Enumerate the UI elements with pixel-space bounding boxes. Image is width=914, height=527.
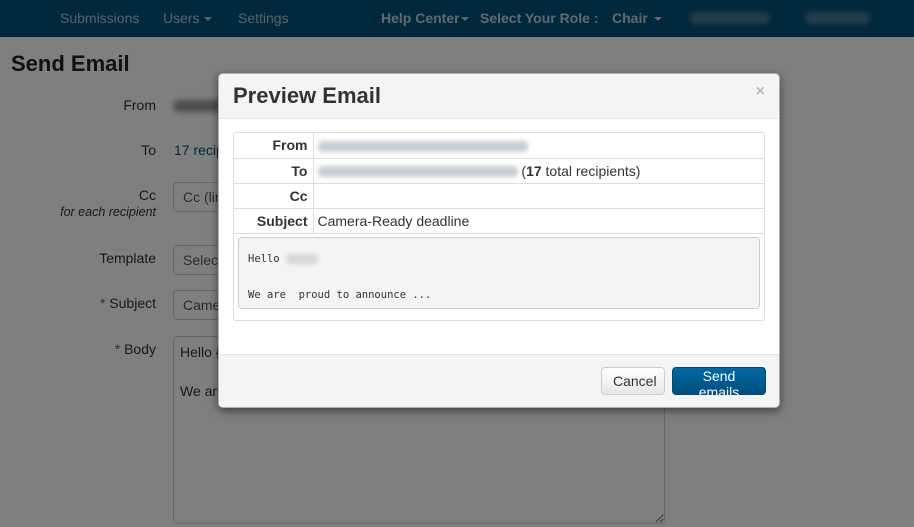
to-value: (17 total recipients)	[313, 158, 764, 184]
modal-header: Preview Email ×	[219, 74, 779, 119]
send-emails-button[interactable]: Send emails	[672, 367, 766, 400]
redacted-name	[285, 254, 318, 264]
modal-title: Preview Email	[233, 83, 381, 108]
from-value	[313, 133, 764, 159]
modal-footer: Cancel Send emails	[219, 354, 779, 407]
redacted-sender	[317, 141, 528, 153]
from-key: From	[234, 133, 314, 159]
to-key: To	[234, 158, 314, 184]
table-row: From	[234, 133, 764, 159]
body-text: We are proud to announce ...	[248, 289, 432, 301]
close-icon[interactable]: ×	[756, 84, 765, 100]
body-greeting: Hello	[248, 253, 280, 265]
email-body-preview: Hello We are proud to announce ...	[238, 237, 760, 309]
cancel-button[interactable]: Cancel	[601, 367, 665, 395]
recipient-count: 17	[526, 162, 542, 179]
to-suffix: total recipients)	[541, 162, 641, 179]
table-row: Subject Camera-Ready deadline	[234, 208, 764, 234]
email-meta-table: From To (17 total recipients) Cc Subject…	[234, 133, 764, 234]
subject-value: Camera-Ready deadline	[313, 208, 764, 234]
preview-email-modal: Preview Email × From To (17 total recipi…	[218, 73, 780, 408]
table-row: To (17 total recipients)	[234, 158, 764, 184]
cc-key: Cc	[234, 183, 314, 209]
cc-value	[313, 183, 764, 209]
table-row: Cc	[234, 183, 764, 209]
subject-key: Subject	[234, 208, 314, 234]
redacted-recipient	[317, 166, 518, 178]
email-preview-panel: From To (17 total recipients) Cc Subject…	[233, 132, 765, 321]
